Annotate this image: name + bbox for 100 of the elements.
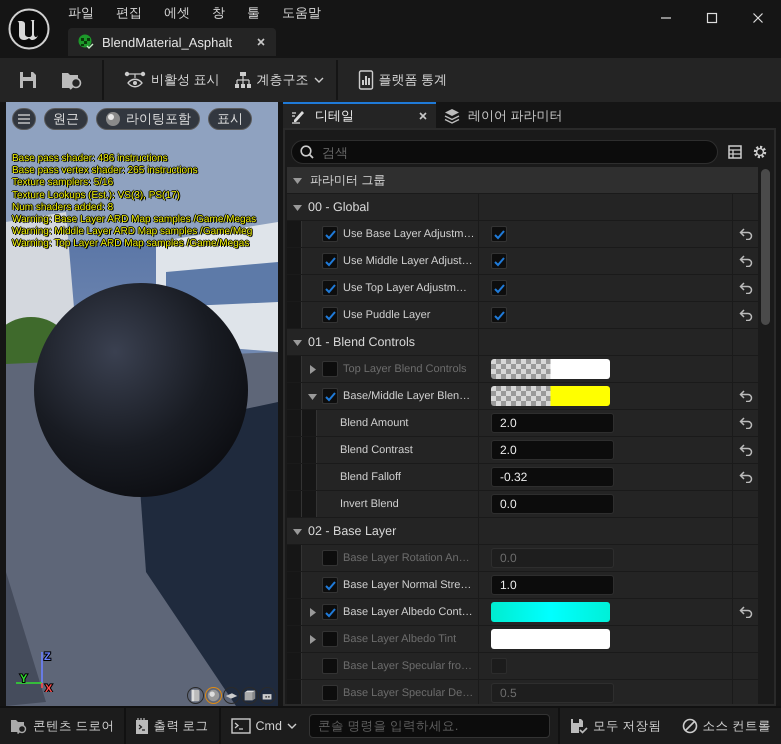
checkbox[interactable] [322,388,338,404]
checkbox[interactable] [322,604,338,620]
parameter-label: Blend Amount [340,417,408,429]
sphere-icon[interactable] [205,687,222,704]
number-field[interactable]: 0.0 [491,494,614,514]
stats-line: Texture samplers: 5/16 [12,177,114,190]
menu-item[interactable]: 창 [212,4,225,22]
checkbox[interactable] [322,253,338,269]
hierarchy-icon [234,71,252,89]
output-log-button[interactable]: 출력 로그 [126,709,219,743]
source-control-button[interactable]: 소스 컨트롤 [672,709,781,743]
checkbox[interactable] [322,226,338,242]
checkbox[interactable] [491,280,507,296]
save-status-button[interactable]: 모두 저장됨 [560,709,672,743]
parameter-label: Use Top Layer Adjustm… [343,282,467,294]
chevron-down-icon [286,723,297,729]
eye-icon [124,71,146,89]
number-field[interactable]: 1.0 [491,575,614,595]
search-icon [300,145,314,159]
caret-icon[interactable] [308,364,316,374]
reset-icon[interactable] [738,471,752,483]
console-field[interactable]: 콘솔 명령을 입력하세요. [308,714,550,738]
parameter-label: Base Layer Specular fro… [343,660,472,672]
toolbar-button[interactable]: 비활성 표시 [118,64,226,96]
close-icon [256,37,266,47]
parameter-label: Invert Blend [340,498,399,510]
terminal-icon [230,718,251,734]
table-view-icon [728,145,742,159]
toolbar-button[interactable]: 계층구조 [228,64,330,96]
reset-icon[interactable] [738,606,752,618]
checkbox[interactable] [491,307,507,323]
stats-line: Warning: Base Layer ARD Map samples /Game/Megas [12,214,256,226]
reset-icon[interactable] [738,444,752,456]
view-mode-button[interactable]: 원근 [44,108,88,130]
caret-icon[interactable] [293,338,302,346]
checkbox[interactable] [491,253,507,269]
cylinder-icon[interactable] [187,687,204,704]
color-swatch[interactable] [491,359,610,379]
reset-icon[interactable] [738,390,752,402]
checkbox[interactable] [322,631,338,647]
menu-item[interactable]: 툴 [247,4,260,22]
parameter-label: Base Layer Rotation An… [343,552,470,564]
reset-icon[interactable] [738,309,752,321]
close-icon [418,111,428,121]
parameter-label: Use Base Layer Adjustm… [343,228,474,240]
number-field[interactable]: -0.32 [491,467,614,487]
folder-search-icon [10,718,28,734]
checkbox[interactable] [322,307,338,323]
section-header[interactable]: 파라미터 그룹 [310,172,386,188]
panel-tab[interactable]: 레이어 파라미터 [436,102,571,128]
cmd-dropdown[interactable]: Cmd [220,709,307,743]
color-swatch[interactable] [491,386,610,406]
lighting-button[interactable]: 라이팅포함 [96,108,200,130]
menu-item[interactable]: 에셋 [164,4,190,22]
reset-icon[interactable] [738,228,752,240]
reset-icon[interactable] [738,255,752,267]
reset-icon[interactable] [738,282,752,294]
caret-icon[interactable] [293,176,302,184]
parameter-label: Base Layer Albedo Cont… [343,606,473,618]
plane-icon[interactable] [223,687,240,704]
checkbox[interactable] [322,550,338,566]
number-field[interactable]: 2.0 [491,413,614,433]
caret-icon[interactable] [293,202,302,212]
checkbox[interactable] [322,658,338,674]
checkbox[interactable] [322,361,338,377]
caret-icon[interactable] [308,608,316,616]
document-tab[interactable]: BlendMaterial_Asphalt [68,28,276,56]
search-field[interactable]: 검색 [291,140,718,164]
checkbox[interactable] [322,685,338,701]
parameter-label: Base Layer Specular De… [343,687,474,699]
group-header[interactable]: 01 - Blend Controls [308,335,416,349]
parameter-label: Use Puddle Layer [343,309,430,321]
parameter-label: Base Layer Normal Stre… [343,579,472,591]
checkbox[interactable] [491,226,507,242]
color-swatch[interactable] [491,602,610,622]
parameter-label: Blend Contrast [340,444,413,456]
stats-line: Base pass shader: 486 instructions [12,153,169,166]
teapot-icon[interactable] [259,687,276,704]
group-header[interactable]: 00 - Global [308,200,370,214]
color-swatch[interactable] [491,629,610,649]
menu-item[interactable]: 도움말 [282,4,321,22]
menu-item[interactable]: 편집 [116,4,142,22]
show-button[interactable]: 표시 [208,108,252,130]
reset-icon[interactable] [738,417,752,429]
panel-tab[interactable]: 디테일 [283,102,436,128]
checkbox[interactable] [322,280,338,296]
caret-icon[interactable] [308,634,316,644]
content-drawer-button[interactable]: 콘텐츠 드로어 [0,709,124,743]
number-field[interactable]: 2.0 [491,440,614,460]
scrollbar[interactable] [761,169,770,325]
caret-icon[interactable] [293,526,302,536]
settings-icon [752,144,768,160]
checkbox[interactable] [322,577,338,593]
caret-icon[interactable] [308,392,316,400]
menu-item[interactable]: 파일 [68,4,94,22]
group-header[interactable]: 02 - Base Layer [308,524,396,538]
cube-icon[interactable] [241,687,258,704]
maximize-icon [706,12,718,24]
stats-line: Texture Lookups (Est.): VS(3), PS(17) [12,190,181,202]
toolbar-button[interactable]: 플랫폼 통계 [352,64,454,96]
